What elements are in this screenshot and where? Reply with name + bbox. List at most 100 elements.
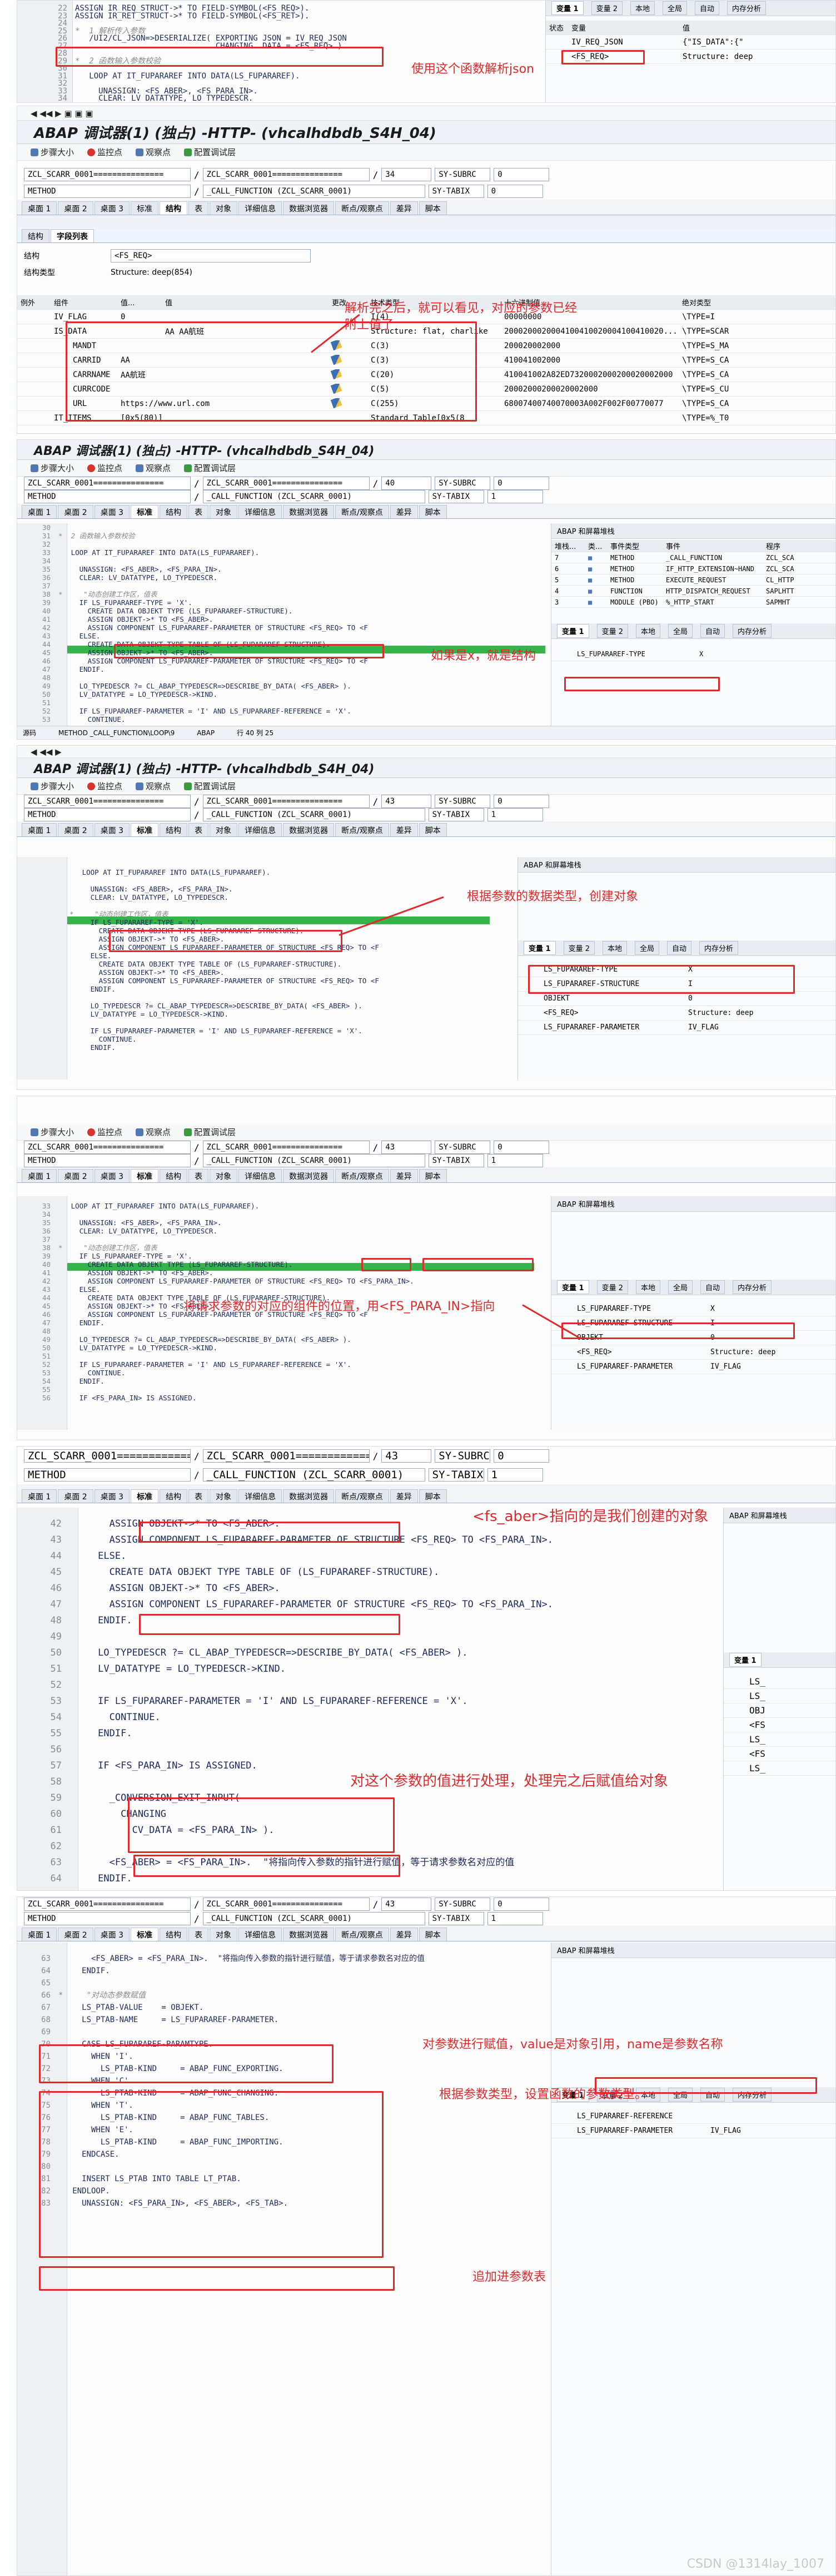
line-field[interactable]: 43: [381, 795, 432, 808]
tab-4[interactable]: 结构: [160, 1489, 188, 1503]
variable-row[interactable]: LS_: [724, 1689, 835, 1703]
variable-row[interactable]: LS_FUPARAREF-TYPE X: [551, 647, 835, 661]
tab-1[interactable]: 桌面 2: [58, 1169, 93, 1182]
tab-0[interactable]: 桌面 1: [22, 1169, 57, 1182]
toolbar-button-2[interactable]: 观察点: [136, 462, 171, 474]
tab-1[interactable]: 字段列表: [51, 229, 94, 242]
tab-2[interactable]: 本地: [630, 1, 655, 15]
tab-5[interactable]: 表: [188, 1169, 209, 1182]
toolbar-button-3[interactable]: 配置调试层: [184, 146, 236, 158]
tab-3[interactable]: 标准: [131, 505, 159, 518]
line-field[interactable]: 43: [381, 1141, 432, 1154]
tab-10[interactable]: 差异: [390, 1169, 418, 1182]
program-field[interactable]: ZCL_SCARR_0001===============: [24, 477, 191, 490]
line-field[interactable]: 34: [381, 168, 432, 181]
variable-row[interactable]: <FS_REQ> Structure: deep: [551, 1345, 835, 1360]
include-field[interactable]: ZCL_SCARR_0001===============: [202, 1141, 370, 1154]
tab-0[interactable]: 桌面 1: [22, 823, 57, 836]
variable-row[interactable]: <FS: [724, 1718, 835, 1732]
tab-6[interactable]: 对象: [210, 1169, 238, 1182]
variable-row[interactable]: LS_FUPARAREF-REFERENCE: [551, 2109, 835, 2124]
tab-1[interactable]: 桌面 2: [58, 823, 93, 836]
code-editor[interactable]: LOOP AT IT_FUPARAREF INTO DATA(LS_FUPARA…: [39, 868, 379, 1052]
tab-3[interactable]: 标准: [131, 823, 159, 836]
tab-2[interactable]: 桌面 3: [94, 823, 130, 836]
tab-6[interactable]: 对象: [210, 823, 238, 836]
tab-10[interactable]: 差异: [390, 823, 418, 836]
tab-4[interactable]: 自动: [667, 941, 692, 955]
tab-4[interactable]: 结构: [160, 1169, 188, 1182]
tab-8[interactable]: 数据浏览器: [283, 505, 335, 518]
tab-0[interactable]: 变量 1: [551, 1, 584, 15]
tab-6[interactable]: 对象: [210, 201, 238, 215]
tab-1[interactable]: 变量 2: [563, 941, 595, 955]
tab-10[interactable]: 差异: [390, 505, 418, 518]
tab-10[interactable]: 差异: [390, 201, 418, 215]
tab-10[interactable]: 差异: [390, 1489, 418, 1503]
tab-0[interactable]: 桌面 1: [22, 1489, 57, 1503]
toolbar-button-2[interactable]: 观察点: [136, 1126, 171, 1138]
include-field[interactable]: ZCL_SCARR_0001===============: [202, 795, 370, 808]
tab-9[interactable]: 断点/观察点: [335, 1928, 389, 1941]
tab-1[interactable]: 桌面 2: [58, 201, 93, 215]
nav-icons[interactable]: ◀ ◀◀ ▶ ▣ ▣ ▣: [31, 108, 93, 118]
tab-8[interactable]: 数据浏览器: [283, 1169, 335, 1182]
stack-row[interactable]: 6 ■ METHOD IF_HTTP_EXTENSION~HAND ZCL_SCA: [551, 563, 835, 574]
toolbar-button-1[interactable]: 监控点: [87, 146, 122, 158]
include-field[interactable]: ZCL_SCARR_0001===============: [202, 1449, 370, 1463]
tab-2[interactable]: 桌面 3: [94, 1489, 130, 1503]
structure-input[interactable]: <FS_REQ>: [111, 249, 311, 262]
toolbar-button-3[interactable]: 配置调试层: [184, 780, 236, 792]
tab-3[interactable]: 标准: [131, 1169, 159, 1182]
toolbar-button-3[interactable]: 配置调试层: [184, 462, 236, 474]
tab-0[interactable]: 桌面 1: [22, 201, 57, 215]
toolbar-button-2[interactable]: 观察点: [136, 146, 171, 158]
tab-10[interactable]: 差异: [390, 1928, 418, 1941]
program-field[interactable]: ZCL_SCARR_0001===============: [24, 1898, 191, 1911]
variable-row[interactable]: LS_FUPARAREF-PARAMETER IV_FLAG: [518, 1021, 835, 1035]
tab-5[interactable]: 表: [188, 1928, 209, 1941]
tab-11[interactable]: 脚本: [419, 1489, 447, 1503]
tab-2[interactable]: 本地: [635, 1280, 660, 1294]
method-field[interactable]: _CALL_FUNCTION (ZCL_SCARR_0001): [202, 1468, 425, 1482]
tab-1[interactable]: 桌面 2: [58, 1928, 93, 1941]
include-field[interactable]: ZCL_SCARR_0001===============: [202, 477, 370, 490]
toolbar-button-2[interactable]: 观察点: [136, 780, 171, 792]
tab-7[interactable]: 详细信息: [238, 1169, 282, 1182]
tab-6[interactable]: 对象: [210, 505, 238, 518]
tab-5[interactable]: 表: [188, 823, 209, 836]
variable-row[interactable]: LS_FUPARAREF-TYPE X: [551, 1302, 835, 1316]
tab-4[interactable]: 结构: [160, 505, 188, 518]
stack-row[interactable]: 4 ■ FUNCTION HTTP_DISPATCH_REQUEST SAPLHTT: [551, 586, 835, 597]
tab-4[interactable]: 结构: [160, 201, 188, 215]
tab-9[interactable]: 断点/观察点: [335, 823, 389, 836]
tab-5[interactable]: 表: [188, 505, 209, 518]
tab-2[interactable]: 桌面 3: [94, 1169, 130, 1182]
tab-3[interactable]: 全局: [663, 1, 688, 15]
tab-6[interactable]: 对象: [210, 1489, 238, 1503]
tab-11[interactable]: 脚本: [419, 201, 447, 215]
method-field[interactable]: _CALL_FUNCTION (ZCL_SCARR_0001): [202, 808, 425, 821]
tab-11[interactable]: 脚本: [419, 823, 447, 836]
variable-row[interactable]: OBJ: [724, 1703, 835, 1718]
program-field[interactable]: ZCL_SCARR_0001===============: [24, 795, 191, 808]
include-field[interactable]: ZCL_SCARR_0001===============: [202, 168, 370, 181]
line-field[interactable]: 43: [381, 1449, 432, 1463]
tab-5[interactable]: 内存分析: [733, 1280, 772, 1294]
tab-2[interactable]: 本地: [635, 624, 660, 638]
tab-5[interactable]: 表: [188, 1489, 209, 1503]
variable-row[interactable]: IV_REQ_JSON {"IS_DATA":{": [546, 35, 835, 49]
tab-2[interactable]: 桌面 3: [94, 201, 130, 215]
tab-4[interactable]: 自动: [700, 624, 725, 638]
variable-row[interactable]: LS_FUPARAREF-PARAMETER IV_FLAG: [551, 2124, 835, 2138]
tab-1[interactable]: 变量 2: [596, 1280, 628, 1294]
toolbar-button-0[interactable]: 步骤大小: [31, 1126, 74, 1138]
program-field[interactable]: ZCL_SCARR_0001===============: [24, 168, 191, 181]
tab-8[interactable]: 数据浏览器: [283, 201, 335, 215]
method-field[interactable]: _CALL_FUNCTION (ZCL_SCARR_0001): [202, 1154, 425, 1167]
line-field[interactable]: 40: [381, 477, 432, 490]
tab-9[interactable]: 断点/观察点: [335, 1489, 389, 1503]
stack-row[interactable]: 7 ■ METHOD _CALL_FUNCTION ZCL_SCA: [551, 552, 835, 563]
tab-3[interactable]: 标准: [131, 1928, 159, 1941]
tab-3[interactable]: 全局: [668, 1280, 693, 1294]
